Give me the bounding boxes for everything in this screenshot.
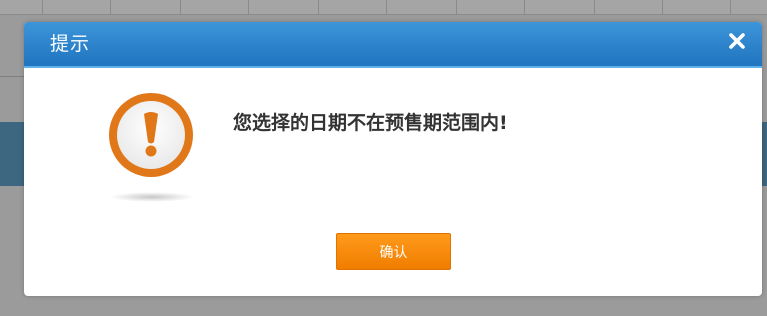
dialog-message: 您选择的日期不在预售期范围内! [233,112,508,134]
background-grid-line [110,0,111,14]
background-grid-line [524,0,525,14]
close-icon [729,33,745,49]
dialog-title: 提示 [50,33,91,55]
background-table-header [0,0,767,15]
icon-shadow [110,192,194,202]
exclamation-circle-icon [109,93,193,177]
background-grid-line [386,0,387,14]
background-grid-line [662,0,663,14]
background-grid-line [180,0,181,14]
background-grid-line [248,0,249,14]
background-grid-line [318,0,319,14]
alert-dialog: 提示 您选择的日期不在预售期范围内! 确认 [24,22,762,296]
background-grid-line [594,0,595,14]
close-button[interactable] [726,30,748,52]
background-grid-line [730,0,731,14]
background-grid-line [42,0,43,14]
dialog-header: 提示 [24,22,762,68]
page: 提示 您选择的日期不在预售期范围内! 确认 [0,0,767,316]
background-grid-line [456,0,457,14]
confirm-button[interactable]: 确认 [336,233,451,270]
